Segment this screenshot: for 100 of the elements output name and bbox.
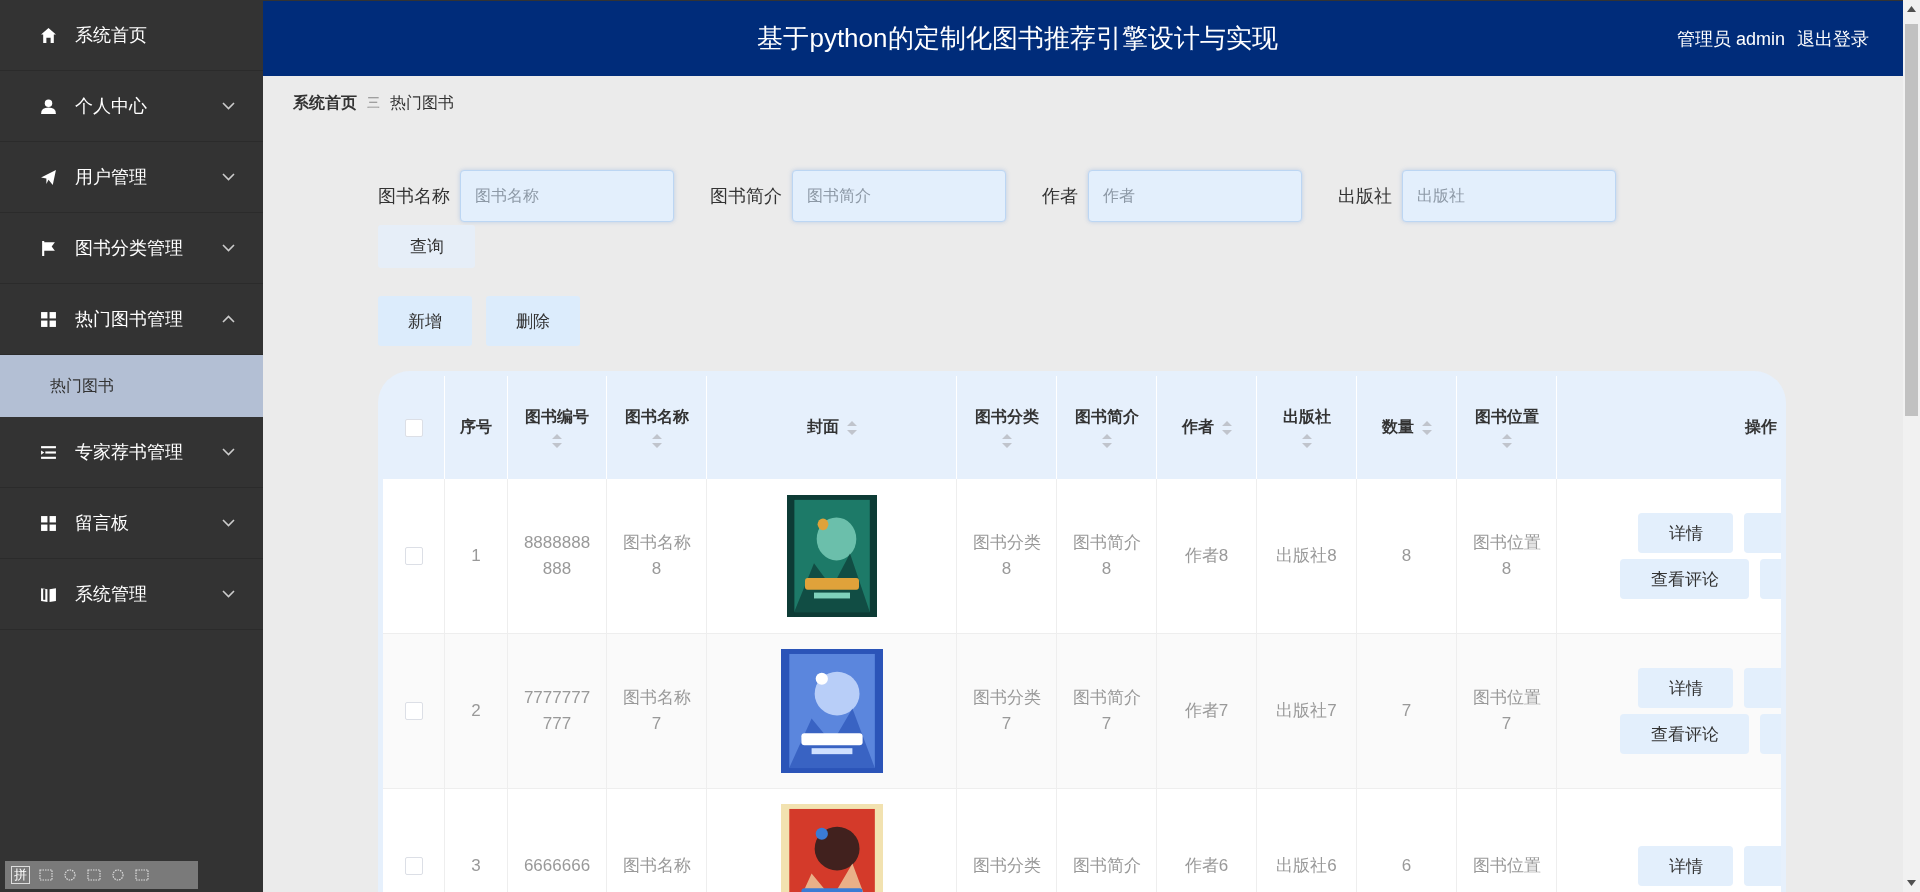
user-label: 管理员 admin	[1676, 27, 1785, 51]
column-header: 作者	[1181, 417, 1214, 437]
sidebar-item-label: 专家荐书管理	[75, 441, 184, 464]
user-icon	[40, 97, 57, 115]
table-cell-text: 作者8	[1184, 545, 1229, 567]
row-checkbox[interactable]	[404, 547, 423, 565]
column-header: 图书分类	[974, 407, 1039, 427]
list-icon	[40, 443, 57, 461]
table-cell-text: 作者7	[1184, 700, 1229, 722]
table-cell-text: 2	[471, 700, 481, 722]
grid-icon	[40, 514, 57, 532]
flag-icon	[40, 239, 57, 257]
scrollbar-thumb[interactable]	[1905, 24, 1918, 416]
sidebar-item[interactable]: 用户管理	[0, 142, 263, 213]
sidebar-item[interactable]: 留言板	[0, 488, 263, 559]
breadcrumb-link[interactable]: 系统首页	[293, 92, 357, 114]
sidebar-item[interactable]: 图书分类管理	[0, 213, 263, 284]
column-header: 图书名称	[624, 407, 689, 427]
column-header: 图书简介	[1074, 407, 1139, 427]
search-field[interactable]: 图书简介	[792, 170, 1006, 222]
sort-icon[interactable]	[846, 420, 857, 435]
table-cell-text: 7	[1401, 700, 1412, 722]
table-cell-text: 8888888888	[522, 532, 592, 580]
table-cell-text: 3	[471, 855, 481, 877]
scroll-up-icon[interactable]	[1907, 6, 1916, 12]
table-cell-text: 图书位置8	[1471, 532, 1542, 580]
view-comments-button[interactable]: 查看评论	[1620, 714, 1749, 754]
toolbar-icon[interactable]	[62, 867, 78, 883]
table-cell-text: 6666666	[523, 855, 591, 877]
details-button[interactable]: 详情	[1638, 846, 1733, 886]
sidebar-item-label: 用户管理	[75, 166, 148, 189]
select-all-checkbox[interactable]	[404, 418, 423, 437]
table-cell-text: 图书简介8	[1071, 532, 1142, 580]
sidebar-item-label: 个人中心	[75, 95, 148, 118]
scroll-down-icon[interactable]	[1907, 880, 1916, 886]
details-button[interactable]: 详情	[1638, 513, 1733, 553]
sidebar-item[interactable]: 系统管理	[0, 559, 263, 630]
field-label: 图书名称	[378, 185, 450, 208]
search-field[interactable]: 出版社	[1402, 170, 1616, 222]
sort-icon[interactable]	[651, 434, 662, 448]
table-cell-text: 作者6	[1184, 855, 1229, 877]
submenu-item[interactable]: 热门图书	[0, 355, 263, 417]
column-header: 封面	[806, 417, 839, 437]
breadcrumb-current: 热门图书	[390, 92, 454, 113]
logout-link[interactable]: 退出登录	[1797, 26, 1869, 51]
column-header: 数量	[1381, 417, 1414, 437]
field-label: 出版社	[1338, 185, 1392, 208]
delete-button[interactable]: 删除	[486, 296, 580, 346]
table-cell-text: 图书名称	[622, 855, 691, 877]
table-cell-text: 图书分类8	[971, 532, 1042, 580]
toolbar-icon[interactable]	[38, 867, 54, 883]
view-comments-button[interactable]: 查看评论	[1620, 559, 1749, 599]
book-icon	[40, 585, 57, 603]
sort-icon[interactable]	[1221, 420, 1232, 435]
table-cell-text: 图书名称8	[621, 532, 692, 580]
toolbar-icon[interactable]	[86, 867, 102, 883]
row-checkbox[interactable]	[404, 702, 423, 720]
sidebar-item[interactable]: 专家荐书管理	[0, 417, 263, 488]
sort-icon[interactable]	[1001, 434, 1012, 448]
sidebar-item-label: 热门图书管理	[75, 308, 184, 331]
column-header: 图书位置	[1474, 407, 1539, 427]
toolbar-icon[interactable]	[134, 867, 150, 883]
sidebar-item-label: 系统管理	[75, 583, 148, 606]
table-cell-text: 图书简介7	[1071, 687, 1142, 735]
paper-plane-icon	[40, 168, 57, 186]
table-cell-text: 6	[1401, 855, 1412, 877]
add-button[interactable]: 新增	[378, 296, 472, 346]
input-mode-label[interactable]: 拼	[11, 866, 30, 884]
table-cell-text: 图书位置7	[1471, 687, 1542, 735]
search-field[interactable]: 图书名称	[460, 170, 674, 222]
sidebar-item-label: 留言板	[75, 512, 130, 535]
toolbar-icon[interactable]	[110, 867, 126, 883]
sort-icon[interactable]	[1301, 434, 1312, 448]
table-cell-text: 图书分类	[972, 855, 1041, 877]
field-label: 图书简介	[710, 185, 782, 208]
table-cell-text: 8	[1401, 545, 1412, 567]
sort-icon[interactable]	[1501, 434, 1512, 448]
home-icon	[40, 26, 57, 44]
details-button[interactable]: 详情	[1638, 668, 1733, 708]
sort-icon[interactable]	[552, 434, 562, 448]
table-cell-text: 出版社6	[1276, 855, 1337, 877]
table-cell-text: 1	[471, 545, 481, 567]
sidebar-item-label: 图书分类管理	[75, 237, 184, 260]
sort-icon[interactable]	[1101, 434, 1112, 448]
row-checkbox[interactable]	[404, 857, 423, 875]
table-cell-text: 图书简介	[1072, 855, 1141, 877]
table-cell-text: 图书位置	[1472, 855, 1541, 877]
scrollbar[interactable]	[1903, 0, 1920, 892]
table-cell-text: 出版社8	[1276, 545, 1337, 567]
sidebar-item[interactable]: 个人中心	[0, 71, 263, 142]
table-cell-text: 出版社7	[1276, 700, 1337, 722]
column-header: 出版社	[1282, 407, 1331, 427]
table-cell-text: 7777777777	[522, 687, 592, 735]
search-button[interactable]: 查询	[378, 225, 475, 268]
sort-icon[interactable]	[1421, 420, 1432, 435]
column-header: 操作	[1744, 417, 1777, 437]
table-cell-text: 图书名称7	[621, 687, 692, 735]
app-title: 基于python的定制化图书推荐引擎设计与实现	[756, 22, 1279, 55]
column-header: 序号	[460, 417, 492, 437]
search-field[interactable]: 作者	[1088, 170, 1302, 222]
